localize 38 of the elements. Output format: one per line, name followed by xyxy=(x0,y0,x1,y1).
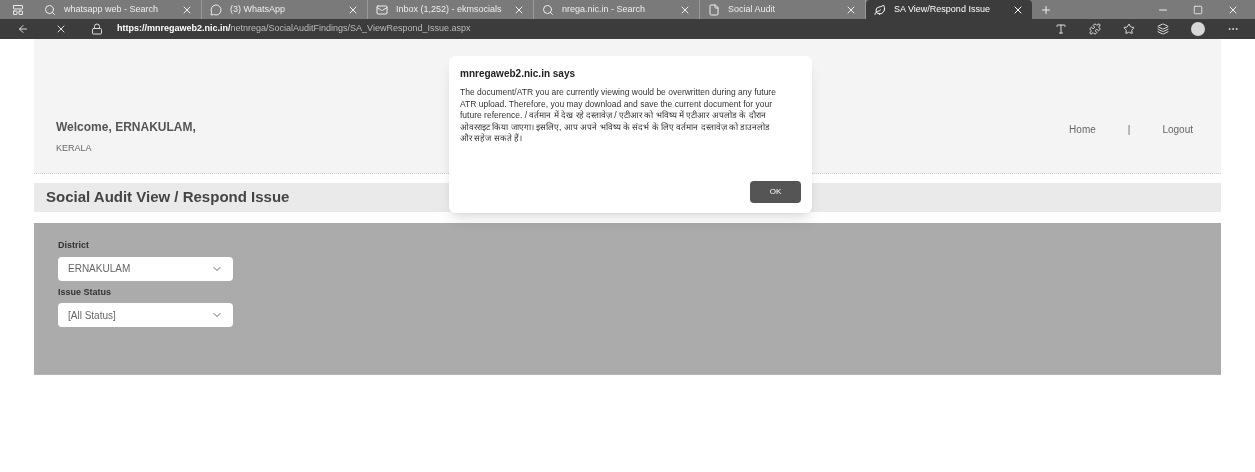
nav-link[interactable]: Home xyxy=(1069,122,1096,137)
tab-title: Social Audit xyxy=(728,2,777,16)
leaf-icon xyxy=(874,3,886,16)
tab-actions-icon[interactable] xyxy=(12,3,24,16)
url-text[interactable]: https://mnregaweb2.nic.in/netnrega/SocialAuditFindings/SA_ViewRespond_Issue.aspx xyxy=(117,22,471,36)
state-text: KERALA xyxy=(56,141,93,155)
welcome-text: Welcome, ERNAKULAM, xyxy=(56,118,196,136)
extension-icon[interactable] xyxy=(1089,23,1101,35)
tab-title: SA View/Respond Issue xyxy=(894,2,991,16)
field-label: Issue Status xyxy=(58,285,113,299)
dropdown[interactable]: [All Status] xyxy=(58,303,233,327)
search-icon xyxy=(542,3,554,16)
dialog-title: mnregaweb2.nic.in says xyxy=(460,67,577,81)
avatar-icon[interactable] xyxy=(1191,22,1205,36)
tab-title: Inbox (1,252) - ekmsocials xyxy=(396,2,503,16)
chat-icon xyxy=(210,3,222,16)
search-icon xyxy=(44,3,56,16)
favorite-icon[interactable] xyxy=(1123,23,1135,35)
nav-link[interactable]: Logout xyxy=(1162,122,1193,137)
dropdown[interactable]: ERNAKULAM xyxy=(58,256,233,281)
dialog-message: The document/ATR you are currently viewing would be overwritten during any future ATR upload. Therefore, you may download and save the current document for your future reference. / वर्तमान में देख रहे दस्तावेज़ / एटीआर को भविष्य में एटीआर अपलोड के दौरान ओवरराइट किया जाएगा। इसलिए, आप अपने भविष्य के संदर्भ के लिए वर्तमान दस्तावेज़ को डाउनलोड और सहेज सकते हैं। xyxy=(460,87,777,145)
mail-icon xyxy=(376,3,388,16)
lock-icon xyxy=(91,23,103,35)
maximize-icon[interactable] xyxy=(1193,4,1203,15)
new-tab-icon[interactable] xyxy=(1040,3,1052,16)
back-icon[interactable] xyxy=(17,23,29,35)
tab-title: nrega.nic.in - Search xyxy=(562,2,647,16)
field-label: District xyxy=(58,239,90,252)
read-aloud-icon[interactable] xyxy=(1055,23,1067,35)
ok-button[interactable]: OK xyxy=(750,181,801,203)
nav-separator: | xyxy=(1127,123,1131,137)
tab-title: whatsapp web - Search xyxy=(64,2,160,16)
tab-title: (3) WhatsApp xyxy=(230,2,287,16)
page-icon xyxy=(708,3,720,16)
browser-tab[interactable]: SA View/Respond Issue xyxy=(866,0,1032,19)
stop-icon[interactable] xyxy=(55,23,67,35)
page-title: Social Audit View / Respond Issue xyxy=(46,187,290,208)
collections-icon[interactable] xyxy=(1157,23,1169,35)
